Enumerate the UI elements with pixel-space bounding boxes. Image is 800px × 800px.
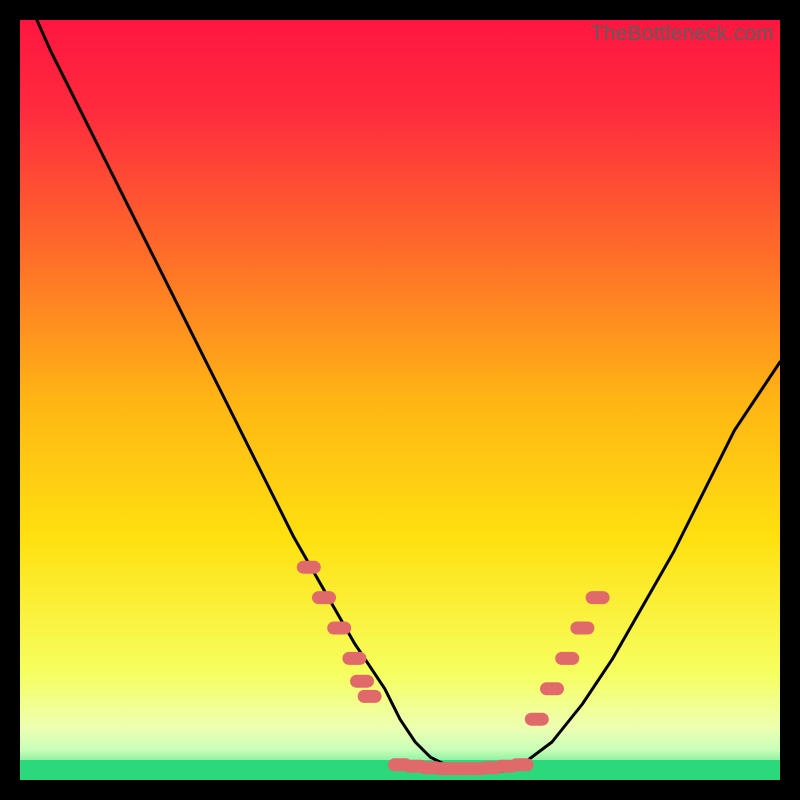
marker-dot <box>555 652 579 665</box>
marker-dot <box>350 675 374 688</box>
marker-dot <box>297 561 321 574</box>
marker-dot <box>358 690 382 703</box>
bottleneck-curve-chart <box>20 20 780 780</box>
chart-frame: TheBottleneck.com <box>20 20 780 780</box>
marker-dot <box>510 758 534 771</box>
marker-dot <box>586 591 610 604</box>
marker-dot <box>342 652 366 665</box>
marker-dot <box>570 622 594 635</box>
marker-dot <box>540 682 564 695</box>
gradient-background <box>20 20 780 780</box>
marker-dot <box>525 713 549 726</box>
marker-dot <box>312 591 336 604</box>
marker-dot <box>327 622 351 635</box>
watermark-text: TheBottleneck.com <box>591 22 774 46</box>
